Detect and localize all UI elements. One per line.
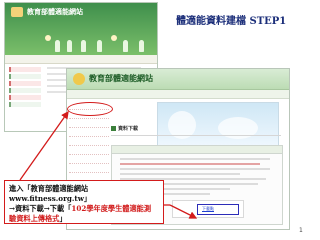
nav-bar <box>5 55 157 64</box>
callout-line-1: 進入「教育部體適能網站www.fitness.org.tw」 <box>9 184 92 203</box>
content-box-header <box>112 146 282 154</box>
slide-title: 體適能資料建檔 STEP1 <box>176 16 287 27</box>
ball-icon <box>45 35 51 41</box>
athlete-figure-icon <box>123 40 128 52</box>
sidebar-item[interactable] <box>69 128 109 137</box>
nav-bar <box>67 90 289 99</box>
site-logo-icon <box>73 73 85 85</box>
ball-icon <box>111 35 117 41</box>
sidebar-item[interactable] <box>69 164 109 173</box>
athlete-figure-icon <box>67 40 72 52</box>
callout-line-3: 驗資料上傳格式」 <box>9 214 67 223</box>
sidebar-item[interactable] <box>69 155 109 164</box>
sidebar-item[interactable] <box>9 81 41 86</box>
callout-line-2: →資料下載→下載「102學年度學生體適能測 <box>9 204 152 213</box>
download-link-cell[interactable]: 下載點 <box>197 204 239 215</box>
athlete-figure-icon <box>55 40 60 52</box>
site-brand: 教育部體適能網站 <box>27 8 83 16</box>
attachment-table: 下載點 <box>172 200 244 218</box>
page-number: 1 <box>299 227 303 234</box>
athlete-figure-icon <box>97 40 102 52</box>
instruction-callout: 進入「教育部體適能網站www.fitness.org.tw」 →資料下載→下載「… <box>4 180 164 224</box>
athlete-figure-icon <box>139 40 144 52</box>
sidebar-item[interactable] <box>9 88 41 93</box>
section-heading: 資料下載 <box>111 125 138 132</box>
sidebar-item[interactable] <box>9 102 41 107</box>
site-brand: 教育部體適能網站 <box>89 74 153 83</box>
sidebar-item[interactable] <box>9 74 41 79</box>
site-logo-icon <box>11 7 23 17</box>
sidebar <box>9 67 41 109</box>
highlight-oval <box>67 102 113 116</box>
sidebar-item[interactable] <box>69 119 109 128</box>
sidebar-item[interactable] <box>69 137 109 146</box>
divider <box>111 135 281 136</box>
sidebar-item[interactable] <box>9 95 41 100</box>
site-header-banner: 教育部體適能網站 <box>5 3 157 55</box>
secondary-menu <box>111 103 145 121</box>
site-header: 教育部體適能網站 <box>67 69 289 90</box>
section-icon <box>111 126 116 131</box>
menu-item[interactable] <box>111 115 145 121</box>
sidebar-item[interactable] <box>69 146 109 155</box>
download-link[interactable]: 下載點 <box>202 206 214 212</box>
athlete-figure-icon <box>81 40 86 52</box>
sidebar-item[interactable] <box>9 67 41 72</box>
